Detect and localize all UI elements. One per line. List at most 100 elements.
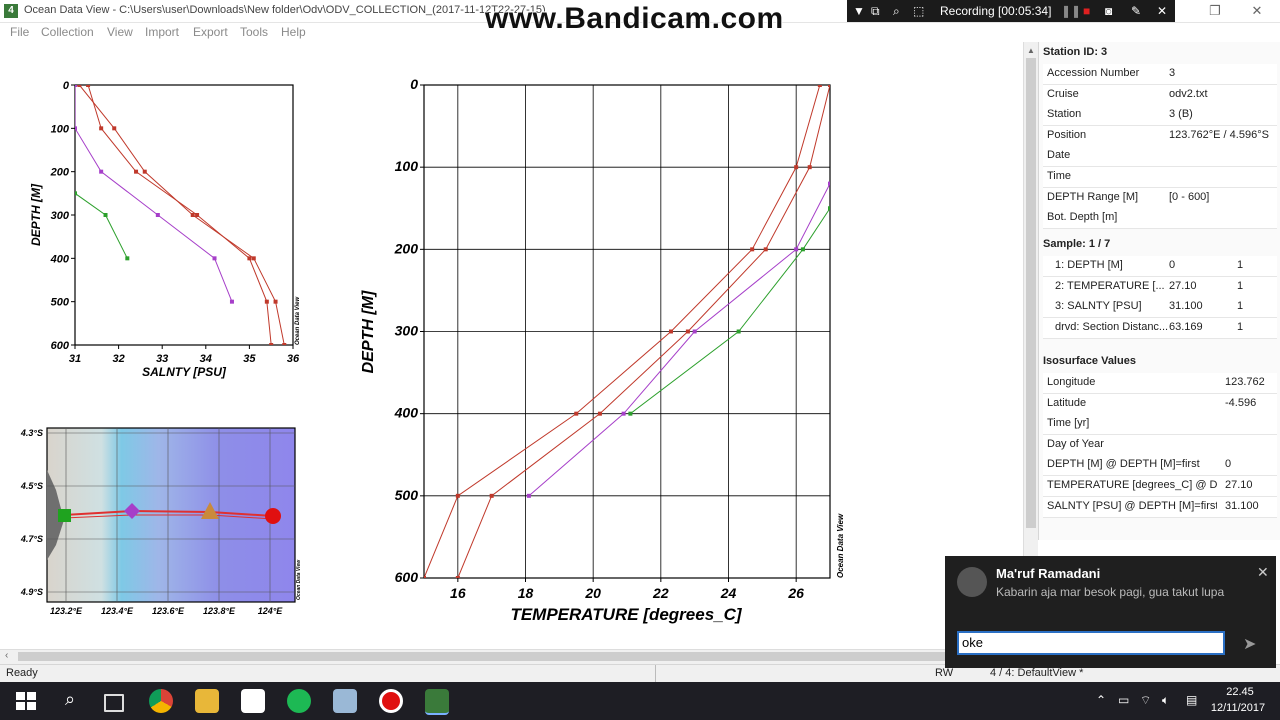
windows-start-icon[interactable] <box>14 689 38 713</box>
panel-row[interactable]: DEPTH [M] @ DEPTH [M]=first 0 <box>1043 455 1277 477</box>
panel-row-value: 0 <box>1169 259 1176 271</box>
file-explorer-icon[interactable] <box>195 689 219 713</box>
dropdown-icon[interactable]: ▼ <box>853 4 865 18</box>
chevron-up-icon[interactable]: ⌃ <box>1096 693 1106 707</box>
stop-record-icon[interactable]: ■ <box>1083 4 1090 18</box>
panel-row[interactable]: Position 123.762°E / 4.596°S <box>1043 125 1277 147</box>
zoom-icon[interactable]: ⌕ <box>893 4 900 19</box>
panel-row-value: 123.762 <box>1225 376 1265 388</box>
x-tick-label: 34 <box>200 353 212 365</box>
panel-row[interactable]: Accession Number 3 <box>1043 64 1277 85</box>
menu-view[interactable]: View <box>107 25 133 39</box>
panel-row[interactable]: Cruise odv2.txt <box>1043 84 1277 106</box>
close-notification-icon[interactable]: ✕ <box>1257 564 1269 581</box>
data-point <box>597 411 602 416</box>
panel-row[interactable]: DEPTH Range [M] [0 - 600] <box>1043 187 1277 209</box>
recording-timer: Recording [00:05:34] <box>940 4 1052 18</box>
menu-file[interactable]: File <box>10 25 29 39</box>
wifi-icon[interactable]: ⌔ <box>1140 693 1151 708</box>
spotify-icon[interactable] <box>287 689 311 713</box>
y-tick-label: 400 <box>50 253 70 265</box>
data-point <box>750 247 755 252</box>
chrome-icon[interactable] <box>149 689 173 713</box>
panel-row-key: DEPTH Range [M] <box>1047 190 1139 203</box>
panel-row-count: 1 <box>1237 279 1244 292</box>
salinity-xlabel: SALNTY [PSU] <box>142 365 227 379</box>
menu-tools[interactable]: Tools <box>240 25 268 39</box>
x-tick-label: 20 <box>584 585 601 601</box>
panel-row-value: 27.10 <box>1169 279 1197 292</box>
data-point <box>229 299 234 304</box>
panel-row-value: 3 <box>1169 67 1176 79</box>
pause-icon[interactable]: ❚❚ <box>1061 4 1081 18</box>
data-point <box>75 191 77 196</box>
restore-icon[interactable]: ❐ <box>1200 2 1230 20</box>
horizontal-scrollbar[interactable]: ‹ <box>0 649 1022 664</box>
panel-row[interactable]: drvd: Section Distanc... 63.169 1 <box>1043 317 1277 339</box>
bandicam-icon[interactable] <box>379 689 403 713</box>
panel-row-key: Date <box>1047 149 1071 162</box>
menu-export[interactable]: Export <box>193 25 228 39</box>
panel-row[interactable]: 2: TEMPERATURE [... 27.10 1 <box>1043 276 1277 298</box>
data-point <box>807 165 812 170</box>
panel-row[interactable]: Station 3 (B) <box>1043 105 1277 127</box>
x-tick-label: 33 <box>156 353 168 365</box>
menu-help[interactable]: Help <box>281 25 306 39</box>
notepad-icon[interactable] <box>333 689 357 713</box>
close-recorder-icon[interactable]: ✕ <box>1157 4 1167 18</box>
panel-row[interactable]: Bot. Depth [m] <box>1043 208 1277 230</box>
panel-row[interactable]: Time <box>1043 167 1277 188</box>
send-icon[interactable]: ➤ <box>1243 634 1256 654</box>
camera-icon[interactable]: ◙ <box>1105 4 1112 18</box>
avatar <box>957 567 987 597</box>
panel-row[interactable]: Day of Year <box>1043 434 1277 456</box>
panel-row[interactable]: Longitude 123.762 <box>1043 373 1277 394</box>
data-point <box>489 493 494 498</box>
panel-row[interactable]: 3: SALNTY [PSU] 31.100 1 <box>1043 297 1277 319</box>
panel-row[interactable]: Time [yr] <box>1043 414 1277 436</box>
panel-row[interactable]: 1: DEPTH [M] 0 1 <box>1043 256 1277 277</box>
data-point <box>828 181 830 186</box>
panel-row-key: Position <box>1047 128 1087 141</box>
data-point <box>269 343 274 345</box>
close-window-icon[interactable]: ✕ <box>1242 2 1272 20</box>
salinity-plot-frame <box>74 84 294 346</box>
scroll-left-icon[interactable]: ‹ <box>5 650 8 661</box>
menu-collection[interactable]: Collection <box>41 25 94 39</box>
scroll-up-icon[interactable]: ▲ <box>1027 46 1035 55</box>
panel-row-value: -4.596 <box>1225 396 1257 409</box>
volume-icon[interactable]: 🔈︎ <box>1162 693 1169 708</box>
menu-import[interactable]: Import <box>145 25 179 39</box>
horizontal-scroll-thumb[interactable] <box>18 652 1008 661</box>
panel-row[interactable]: Date <box>1043 146 1277 168</box>
search-icon[interactable]: ⌕ <box>58 689 82 713</box>
pen-icon[interactable]: ✎ <box>1131 4 1141 18</box>
window-mode-icon[interactable]: ⧉ <box>871 4 880 19</box>
panel-row[interactable]: SALNTY [PSU] @ DEPTH [M]=first 31.100 <box>1043 496 1277 518</box>
y-tick-label: 300 <box>395 323 419 339</box>
action-center-icon[interactable]: ▤ <box>1186 693 1197 707</box>
station-info-panel: Station ID: 3 Accession Number 3 Cruise odv… <box>1038 42 1280 540</box>
panel-row[interactable]: TEMPERATURE [degrees_C] @ D... 27.10 <box>1043 476 1277 497</box>
x-tick-label: 26 <box>787 585 804 601</box>
panel-row-key: Cruise <box>1047 87 1079 100</box>
battery-icon[interactable]: ▭ <box>1118 693 1129 707</box>
area-icon[interactable]: ⬚ <box>913 4 924 18</box>
panel-row[interactable]: Latitude -4.596 <box>1043 393 1277 415</box>
temperature-plot[interactable]: 0 100 200 300 400 500 600 16 18 20 22 24 26 DEPTH [M… <box>360 76 845 624</box>
store-icon[interactable] <box>241 689 265 713</box>
data-point <box>134 169 139 174</box>
station-map[interactable]: 123.2°E 123.4°E 123.6°E 123.8°E 124°E 4.3°S 4.… <box>20 427 302 616</box>
panel-row-key: Latitude <box>1047 396 1087 409</box>
vertical-scroll-thumb[interactable] <box>1026 58 1036 528</box>
y-tick-label: 200 <box>50 167 70 179</box>
task-view-icon[interactable] <box>104 694 124 712</box>
lon-tick-label: 123.4°E <box>101 606 134 616</box>
salinity-plot[interactable]: 0 100 200 300 400 500 60031 32 33 34 35 36 DEPTH [M… <box>29 80 301 379</box>
station-marker-green[interactable] <box>58 509 71 522</box>
station-marker-red[interactable] <box>265 508 281 524</box>
isosurface-title: Isosurface Values <box>1043 355 1136 367</box>
odv-taskbar-icon[interactable] <box>425 689 449 715</box>
odv-canvas[interactable]: 0 100 200 300 400 500 600 31 32 33 34 35 36 DEPTH [M… <box>0 42 1022 649</box>
reply-input[interactable]: oke <box>957 631 1225 655</box>
